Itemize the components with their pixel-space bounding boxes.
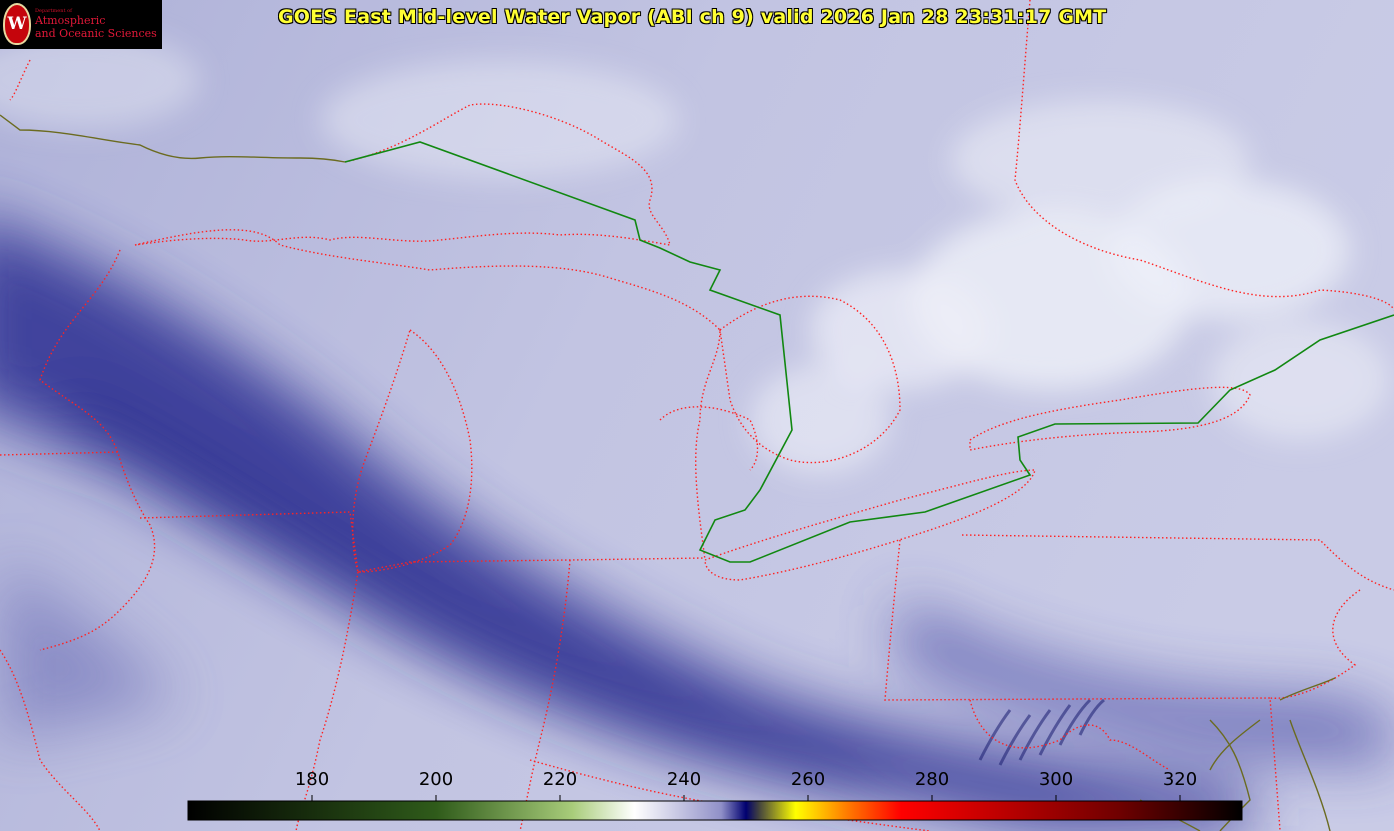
colorbar-tick-label: 180: [294, 769, 330, 790]
colorbar-tick-label: 200: [418, 769, 454, 790]
colorbar-tick-label: 300: [1038, 769, 1074, 790]
logo-line-2: and Oceanic Sciences: [35, 27, 157, 40]
colorbar-tick-label: 240: [666, 769, 702, 790]
satellite-map-view[interactable]: W Department of Atmospheric and Oceanic …: [0, 0, 1394, 831]
colorbar-tick-label: 260: [790, 769, 826, 790]
colorbar-tick-label: 280: [914, 769, 950, 790]
university-seal-icon: W: [3, 3, 31, 45]
water-vapor-imagery: [0, 0, 1394, 831]
colorbar-tick-label: 320: [1162, 769, 1198, 790]
colorbar-tick-label: 220: [542, 769, 578, 790]
logo-line-1: Atmospheric: [35, 14, 106, 27]
university-logo: W Department of Atmospheric and Oceanic …: [0, 0, 162, 49]
image-title: GOES East Mid-level Water Vapor (ABI ch …: [278, 6, 1107, 28]
